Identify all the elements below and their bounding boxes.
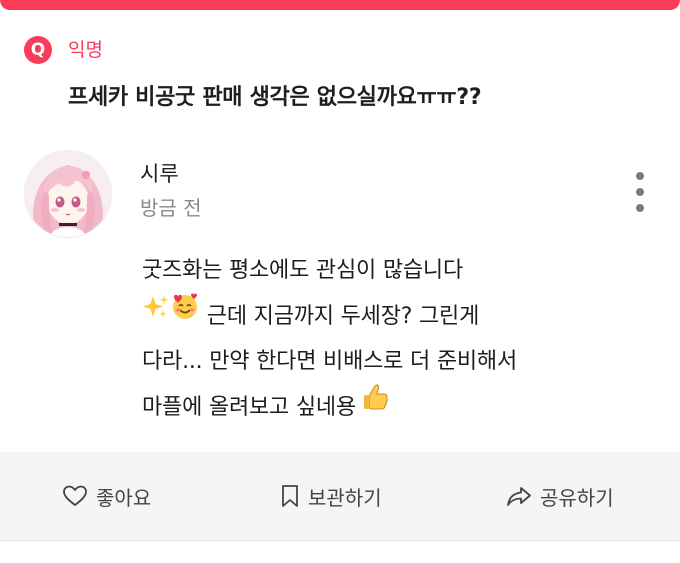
answer-line-text: 굿즈화는 평소에도 관심이 많습니다 [142, 258, 463, 283]
answer-body: 굿즈화는 평소에도 관심이 많습니다 근데 지금까지 두세장? 그린게 다라..… [142, 248, 642, 430]
post-time: 방금 전 [140, 196, 202, 220]
action-bar: 좋아요 보관하기 공유하기 [0, 452, 680, 540]
question-section: Q 익명 프세카 비공굿 판매 생각은 없으실까요ㅠㅠ?? [24, 36, 664, 126]
answer-line: 마플에 올려보고 싶네용 [142, 382, 642, 431]
answer-section: 시루 방금 전 굿즈화는 평소에도 관심이 많습니다 근데 지금까지 두세장? … [24, 150, 664, 440]
heart-icon [63, 485, 87, 506]
answer-line-text: 마플에 올려보고 싶네용 [142, 394, 356, 420]
top-accent-bar [0, 0, 680, 10]
avatar-illustration [25, 151, 111, 237]
sparkles-icon [142, 292, 170, 338]
answer-line: 다라... 만약 한다면 비배스로 더 준비해서 [142, 339, 642, 385]
save-label: 보관하기 [308, 485, 382, 510]
save-button[interactable]: 보관하기 [280, 452, 382, 540]
question-author: 익명 [68, 39, 103, 61]
thumbs-up-icon [363, 382, 389, 429]
answer-line-text: 다라... 만약 한다면 비배스로 더 준비해서 [142, 349, 517, 374]
answer-line: 굿즈화는 평소에도 관심이 많습니다 [142, 248, 642, 294]
share-icon [507, 487, 531, 506]
answer-line: 근데 지금까지 두세장? 그린게 [142, 291, 642, 340]
question-badge: Q [24, 36, 52, 64]
share-label: 공유하기 [540, 485, 614, 510]
like-label: 좋아요 [96, 485, 152, 510]
question-text: 프세카 비공굿 판매 생각은 없으실까요ㅠㅠ?? [68, 85, 482, 110]
smiling-face-with-hearts-icon [170, 291, 200, 338]
divider [0, 540, 680, 541]
like-button[interactable]: 좋아요 [62, 452, 151, 540]
bookmark-icon [282, 485, 298, 507]
share-button[interactable]: 공유하기 [506, 452, 614, 540]
more-options-icon[interactable] [628, 170, 652, 214]
avatar[interactable] [24, 150, 112, 238]
answer-line-text: 근데 지금까지 두세장? 그린게 [206, 303, 480, 329]
author-name[interactable]: 시루 [140, 160, 179, 188]
